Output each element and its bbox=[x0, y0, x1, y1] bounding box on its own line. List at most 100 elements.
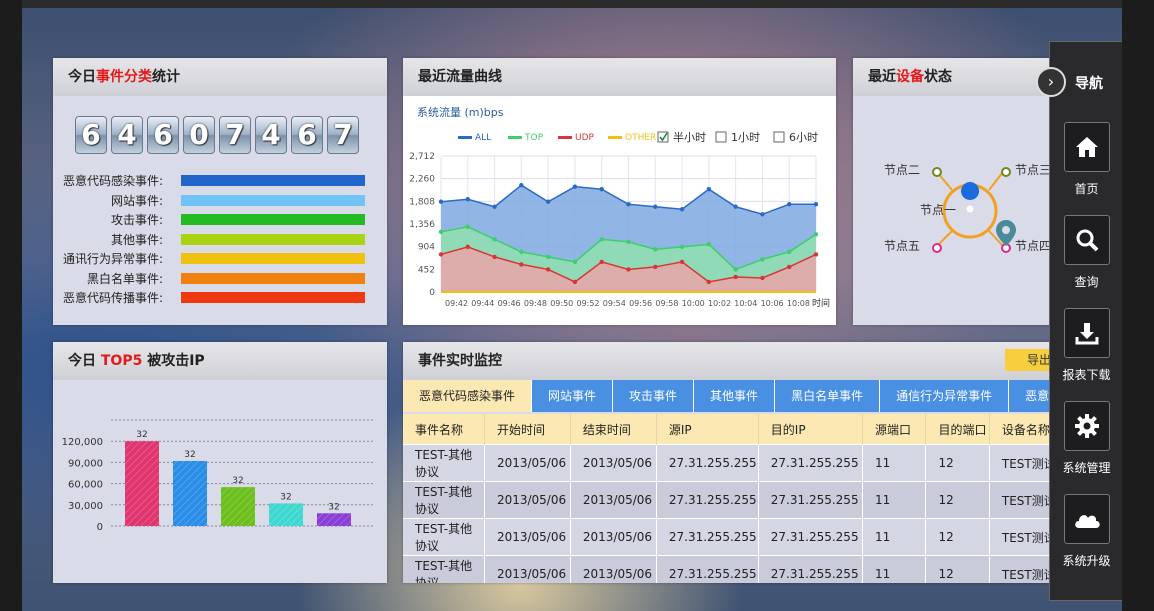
nav-item[interactable]: 系统管理 bbox=[1050, 401, 1123, 476]
data-point bbox=[599, 186, 604, 192]
category-label: 黑白名单事件: bbox=[86, 271, 163, 286]
node-dot[interactable] bbox=[1001, 167, 1011, 177]
table-cell: 12 bbox=[925, 518, 990, 556]
location-pin-icon[interactable] bbox=[961, 182, 980, 200]
nav-item-label: 系统升级 bbox=[1062, 554, 1111, 568]
category-bar bbox=[181, 253, 365, 264]
cloud-icon[interactable] bbox=[1063, 494, 1110, 544]
left-edge bbox=[0, 0, 22, 611]
counter-digit: 6 bbox=[291, 116, 323, 154]
table-row[interactable]: TEST-其他协议 2013/05/06 2013/05/06 27.31.255.2… bbox=[403, 555, 1063, 583]
table-cell: 27.31.255.255 bbox=[758, 481, 864, 519]
nav-toggle-button[interactable]: › bbox=[1036, 67, 1066, 97]
node-label: 节点二 bbox=[884, 163, 920, 177]
data-point bbox=[733, 204, 738, 209]
link-line bbox=[988, 171, 1004, 191]
search-icon[interactable] bbox=[1063, 215, 1110, 265]
table-body: TEST-其他协议 2013/05/06 2013/05/06 27.31.255.2… bbox=[403, 444, 1063, 583]
tab-1[interactable]: 网站事件 bbox=[532, 380, 614, 412]
data-point bbox=[706, 279, 712, 285]
node-dot[interactable] bbox=[932, 167, 942, 177]
y-tick-label: 90,000 bbox=[68, 458, 103, 469]
column-header[interactable]: 源IP bbox=[656, 414, 759, 445]
table-cell: 2013/05/06 bbox=[484, 444, 571, 482]
tab-5[interactable]: 通信行为异常事件 bbox=[880, 380, 1010, 412]
bar-data-label: 32 bbox=[184, 450, 195, 460]
panel-title: 事件实时监控 bbox=[403, 342, 1063, 380]
top5-panel: 今日 TOP5 被攻击IP 0 30,000 60,000 90,000 120,000… bbox=[53, 342, 387, 583]
x-tick-label: 09:42 bbox=[445, 299, 468, 308]
table-row[interactable]: TEST-其他协议 2013/05/06 2013/05/06 27.31.255.2… bbox=[403, 481, 1063, 519]
title-highlight: TOP5 bbox=[100, 353, 143, 369]
table-cell: 12 bbox=[925, 444, 990, 482]
bar-data-label: 32 bbox=[280, 492, 291, 502]
data-point bbox=[679, 207, 685, 212]
x-tick-label: 09:46 bbox=[498, 299, 521, 308]
category-bar bbox=[181, 194, 365, 206]
title-highlight: 事件分类 bbox=[96, 69, 152, 85]
x-tick-label: 09:52 bbox=[577, 299, 600, 308]
table-cell: TEST-其他协议 bbox=[403, 444, 485, 482]
column-header[interactable]: 结束时间 bbox=[570, 414, 657, 445]
bar bbox=[317, 513, 351, 526]
table-cell: TEST-其他协议 bbox=[403, 518, 485, 556]
data-point bbox=[438, 199, 444, 204]
node-dot[interactable] bbox=[932, 243, 942, 253]
data-point bbox=[733, 274, 738, 280]
panel-title: 今日 TOP5 被攻击IP bbox=[53, 342, 387, 380]
table-header: 事件名称 开始时间 结束时间 源IP 目的IP 源端口 目的端口 设备名称 bbox=[403, 414, 1063, 445]
nav-item-label: 系统管理 bbox=[1062, 461, 1111, 475]
data-point bbox=[545, 199, 551, 204]
data-point bbox=[787, 249, 792, 255]
table-cell: 27.31.255.255 bbox=[758, 518, 864, 556]
category-label: 恶意代码传播事件: bbox=[62, 291, 163, 305]
nav-item[interactable]: 报表下载 bbox=[1050, 308, 1123, 383]
right-edge bbox=[1122, 0, 1154, 611]
table-cell: 11 bbox=[862, 444, 927, 482]
data-point bbox=[438, 252, 444, 257]
panel-title: 最近设备状态 bbox=[853, 58, 1063, 96]
tab-2[interactable]: 攻击事件 bbox=[613, 380, 695, 412]
data-point bbox=[545, 254, 551, 260]
data-point bbox=[787, 202, 792, 207]
data-point bbox=[465, 244, 470, 250]
tab-3[interactable]: 其他事件 bbox=[694, 380, 776, 412]
data-point bbox=[813, 252, 819, 257]
counter-digit: 4 bbox=[111, 116, 143, 154]
data-point bbox=[706, 242, 712, 247]
nav-item[interactable]: 查询 bbox=[1050, 215, 1123, 290]
time-range-label: 6小时 bbox=[789, 131, 818, 144]
time-range-checkbox[interactable] bbox=[773, 131, 785, 143]
home-icon[interactable] bbox=[1063, 122, 1110, 172]
table-row[interactable]: TEST-其他协议 2013/05/06 2013/05/06 27.31.255.2… bbox=[403, 518, 1063, 556]
node-label: 节点五 bbox=[884, 239, 920, 253]
time-range-checkbox[interactable] bbox=[715, 131, 727, 143]
nav-item[interactable]: 系统升级 bbox=[1050, 494, 1123, 569]
data-point bbox=[465, 224, 470, 230]
nav-item[interactable]: 首页 bbox=[1050, 122, 1123, 197]
tab-4[interactable]: 黑白名单事件 bbox=[775, 380, 881, 412]
table-row[interactable]: TEST-其他协议 2013/05/06 2013/05/06 27.31.255.2… bbox=[403, 444, 1063, 482]
column-header[interactable]: 事件名称 bbox=[403, 414, 485, 445]
table-cell: 2013/05/06 bbox=[570, 555, 657, 583]
nav-item-label: 查询 bbox=[1074, 275, 1099, 289]
counter-digit: 7 bbox=[219, 116, 251, 154]
column-header[interactable]: 目的IP bbox=[758, 414, 864, 445]
event-counter: 64607467 bbox=[75, 116, 359, 154]
column-header[interactable]: 开始时间 bbox=[484, 414, 571, 445]
tab-0[interactable]: 恶意代码感染事件 bbox=[403, 380, 533, 412]
category-bar bbox=[181, 292, 365, 303]
gear-icon[interactable] bbox=[1063, 401, 1110, 451]
title-part: 今日 bbox=[68, 353, 101, 369]
node-label: 节点三 bbox=[1015, 163, 1051, 177]
download-icon[interactable] bbox=[1063, 308, 1110, 358]
data-point bbox=[492, 254, 497, 260]
time-range-label: 1小时 bbox=[731, 131, 760, 144]
column-header[interactable]: 源端口 bbox=[862, 414, 927, 445]
column-header[interactable]: 目的端口 bbox=[925, 414, 990, 445]
category-row: 其他事件: bbox=[53, 229, 373, 249]
device-topology: 节点二 节点三 节点一 节点五 节点四 bbox=[884, 163, 1051, 253]
table-cell: 2013/05/06 bbox=[570, 481, 657, 519]
table-cell: 2013/05/06 bbox=[484, 481, 571, 519]
data-point bbox=[679, 259, 685, 265]
